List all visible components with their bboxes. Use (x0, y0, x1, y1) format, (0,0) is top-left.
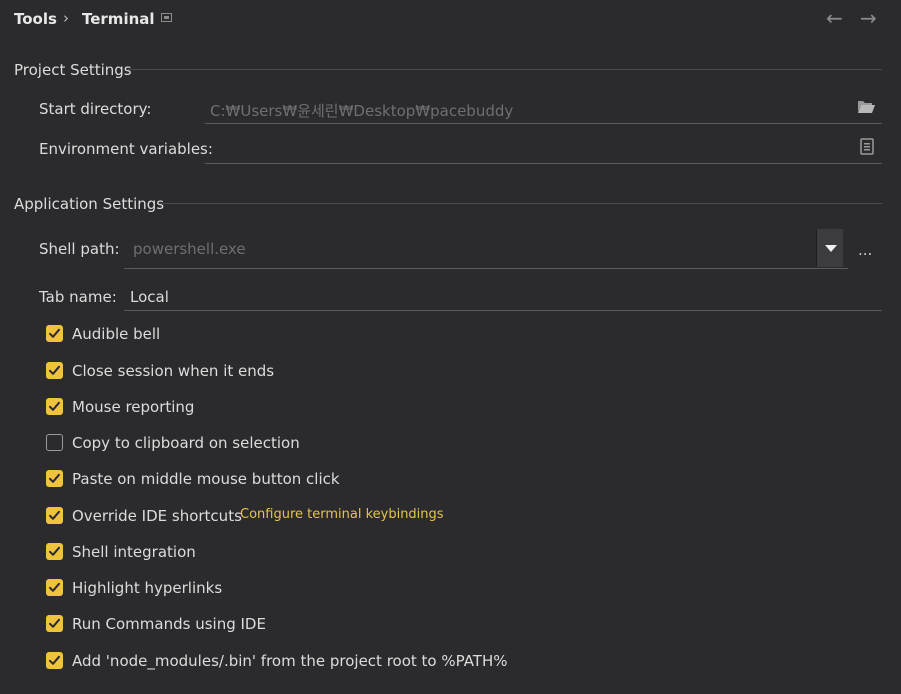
field-underline (205, 123, 882, 124)
configure-keybindings-link[interactable]: Configure terminal keybindings (240, 507, 444, 522)
field-underline (205, 163, 882, 164)
folder-open-icon[interactable] (857, 99, 876, 118)
shell-path-combobox[interactable]: powershell.exe (124, 229, 848, 269)
start-directory-value: C:₩Users₩윤세린₩Desktop₩pacebuddy (210, 102, 514, 120)
checkbox-label: Mouse reporting (72, 398, 195, 416)
checkbox-box[interactable] (46, 362, 63, 379)
section-title-project-settings: Project Settings (14, 61, 132, 79)
arrow-right-icon[interactable]: → (860, 6, 877, 30)
checkmark-icon (49, 582, 60, 592)
checkbox-box[interactable] (46, 434, 63, 451)
field-underline (124, 268, 848, 269)
tab-name-value: Local (130, 288, 169, 306)
checkmark-icon (49, 510, 60, 520)
checkbox-label: Shell integration (72, 543, 196, 561)
checkbox-box[interactable] (46, 325, 63, 342)
checkbox-box[interactable] (46, 543, 63, 560)
checkbox-label: Paste on middle mouse button click (72, 470, 340, 488)
checkbox-label: Highlight hyperlinks (72, 579, 223, 597)
checkmark-icon (49, 655, 60, 665)
checkmark-icon (49, 618, 60, 628)
section-title-application-settings: Application Settings (14, 195, 165, 213)
section-divider (128, 69, 882, 70)
start-directory-label: Start directory: (39, 100, 152, 118)
checkbox-box[interactable] (46, 615, 63, 632)
arrow-left-icon[interactable]: ← (826, 6, 843, 30)
checkbox-box[interactable] (46, 507, 63, 524)
tab-name-label: Tab name: (39, 288, 117, 306)
checkbox-box[interactable] (46, 652, 63, 669)
tab-name-field[interactable]: Local (124, 281, 882, 311)
checkbox-label: Close session when it ends (72, 362, 275, 380)
breadcrumb-tools[interactable]: Tools (14, 10, 57, 28)
document-icon[interactable] (860, 138, 874, 159)
shell-path-input[interactable]: powershell.exe (133, 240, 246, 258)
checkbox-label: Add 'node_modules/.bin' from the project… (72, 652, 508, 670)
section-divider (160, 203, 882, 204)
browse-button[interactable]: ... (858, 241, 872, 259)
checkmark-icon (49, 546, 60, 556)
checkbox-label: Copy to clipboard on selection (72, 434, 300, 452)
checkmark-icon (49, 328, 60, 338)
field-underline (124, 310, 882, 311)
pin-icon[interactable] (161, 13, 172, 22)
checkbox-box[interactable] (46, 579, 63, 596)
checkmark-icon (49, 401, 60, 411)
start-directory-field[interactable]: C:₩Users₩윤세린₩Desktop₩pacebuddy (205, 92, 882, 124)
page-title: Terminal (82, 10, 155, 28)
checkbox-label: Audible bell (72, 325, 161, 343)
environment-variables-field[interactable] (205, 132, 882, 164)
chevron-down-icon[interactable] (816, 229, 843, 267)
checkbox-label: Override IDE shortcuts (72, 507, 242, 525)
checkmark-icon (49, 473, 60, 483)
breadcrumb-separator: › (63, 9, 69, 27)
shell-path-label: Shell path: (39, 240, 120, 258)
checkbox-box[interactable] (46, 470, 63, 487)
environment-variables-label: Environment variables: (39, 140, 213, 158)
checkmark-icon (49, 365, 60, 375)
checkbox-box[interactable] (46, 398, 63, 415)
checkbox-label: Run Commands using IDE (72, 615, 266, 633)
